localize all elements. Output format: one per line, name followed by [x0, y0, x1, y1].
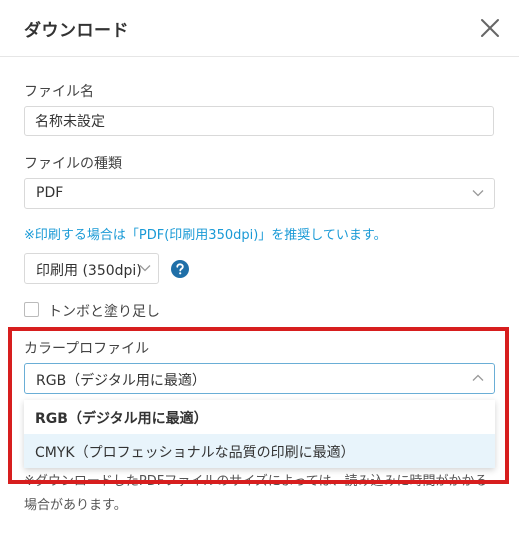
- download-dialog: ダウンロード ファイル名 ファイルの種類 PDF ※印刷する場合は「PDF(印刷…: [0, 0, 519, 534]
- print-recommendation-text: ※印刷する場合は「PDF(印刷用350dpi)」を推奨しています。: [24, 228, 387, 243]
- file-type-select[interactable]: PDF: [24, 178, 495, 209]
- chevron-down-icon: [139, 265, 151, 272]
- color-profile-selected: RGB（デジタル用に最適）: [36, 373, 206, 389]
- color-profile-select[interactable]: RGB（デジタル用に最適）: [24, 363, 495, 394]
- close-icon[interactable]: [478, 16, 502, 40]
- file-type-selected: PDF: [36, 185, 64, 201]
- trim-marks-label: トンボと塗り足し: [48, 304, 160, 320]
- dialog-title: ダウンロード: [24, 21, 129, 41]
- file-type-label: ファイルの種類: [24, 156, 122, 172]
- color-profile-label: カラープロファイル: [24, 341, 150, 357]
- color-profile-dropdown: RGB（デジタル用に最適） CMYK（プロフェッショナルな品質の印刷に最適）: [24, 400, 495, 468]
- option-label: CMYK（プロフェッショナルな品質の印刷に最適）: [35, 445, 355, 461]
- color-profile-option-rgb[interactable]: RGB（デジタル用に最適）: [24, 400, 495, 434]
- dialog-header: ダウンロード: [0, 0, 519, 57]
- file-name-input[interactable]: [24, 106, 494, 136]
- file-name-label: ファイル名: [24, 84, 94, 100]
- trim-marks-checkbox[interactable]: [24, 302, 39, 317]
- resolution-selected: 印刷用 (350dpi): [36, 263, 142, 279]
- chevron-down-icon: [472, 190, 484, 197]
- option-label: RGB（デジタル用に最適）: [35, 411, 208, 427]
- resolution-select[interactable]: 印刷用 (350dpi): [24, 253, 159, 284]
- color-profile-option-cmyk[interactable]: CMYK（プロフェッショナルな品質の印刷に最適）: [24, 434, 495, 468]
- download-note: ※ダウンロードしたPDFファイルのサイズによっては、読み込みに時間がかかる場合が…: [24, 474, 488, 513]
- help-icon[interactable]: [171, 260, 189, 278]
- chevron-up-icon: [472, 374, 484, 381]
